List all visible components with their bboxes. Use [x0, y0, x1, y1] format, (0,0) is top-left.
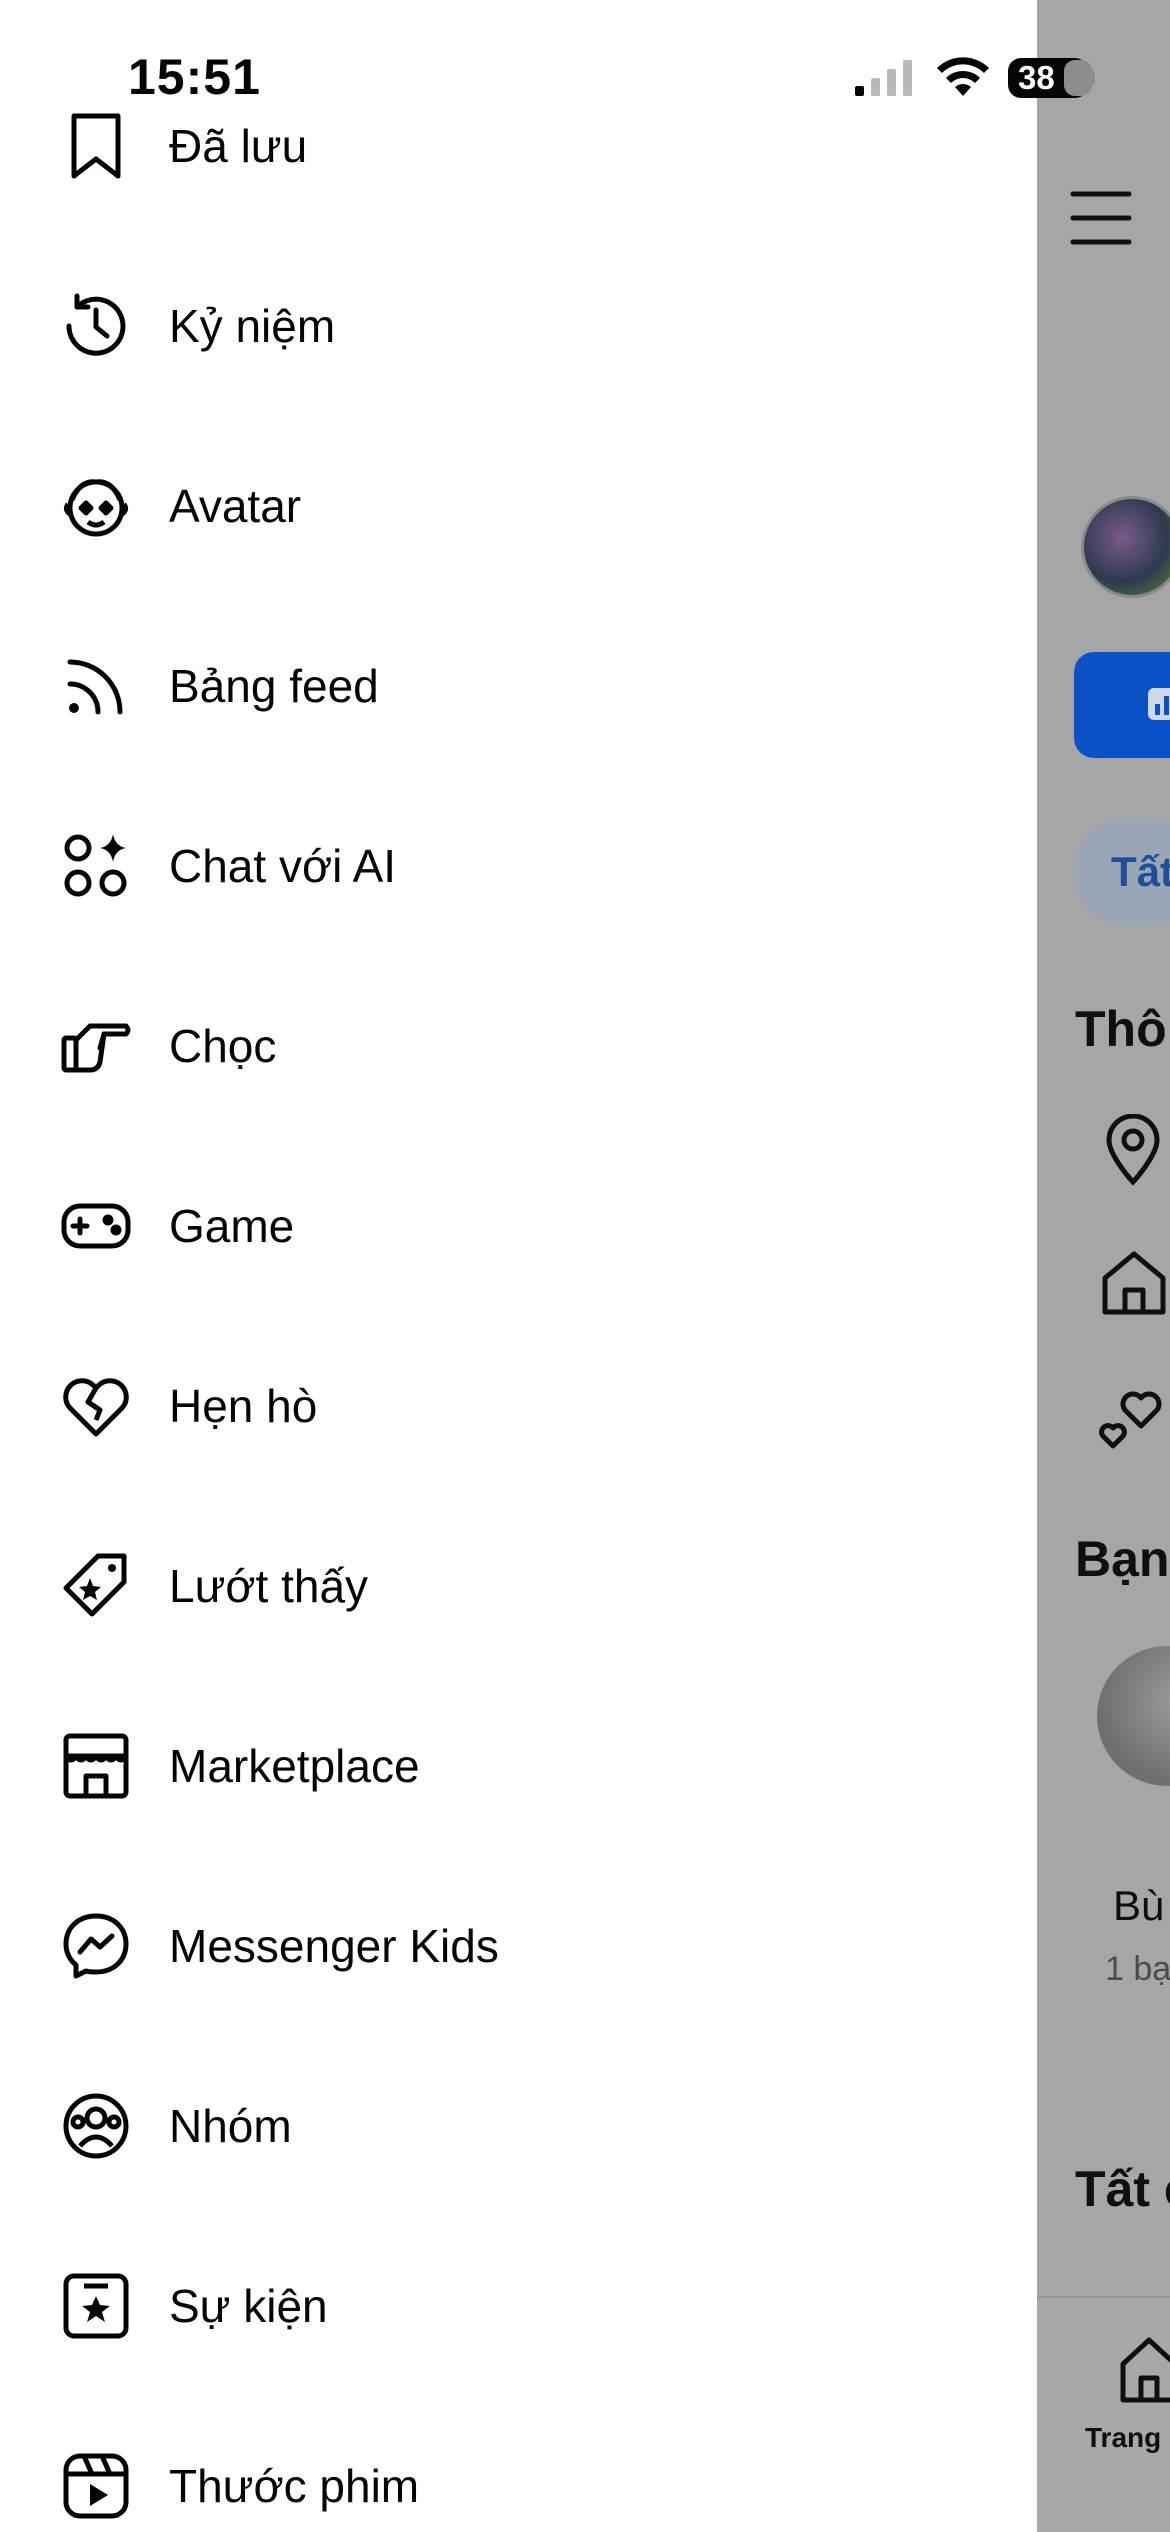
menu-item-label: Thước phim: [169, 2460, 420, 2512]
groups-icon: [56, 2086, 136, 2166]
menu-item-avatar[interactable]: Avatar: [0, 446, 1037, 566]
friend-avatar[interactable]: [1097, 1646, 1170, 1786]
home-tab-icon[interactable]: [1119, 2334, 1170, 2409]
signal-icon: [853, 58, 915, 103]
menu-item-feeds[interactable]: Bảng feed: [0, 626, 1037, 746]
status-time: 15:51: [128, 49, 261, 105]
battery-level: 38: [1018, 59, 1055, 96]
menu-item-label: Hẹn hò: [169, 1380, 318, 1432]
menu-item-label: Marketplace: [169, 1740, 420, 1792]
background-profile-page[interactable]: Tất Thô Bạn Bù 1 bạ Tất c Trang: [1037, 0, 1170, 2532]
gamepad-icon: [56, 1186, 136, 1266]
menu-item-memories[interactable]: Kỷ niệm: [0, 266, 1037, 386]
friend-name[interactable]: Bù: [1113, 1882, 1164, 1930]
home-tab-label[interactable]: Trang: [1085, 2422, 1161, 2454]
menu-item-messenger-kids[interactable]: Messenger Kids: [0, 1886, 1037, 2006]
menu-item-label: Bảng feed: [169, 660, 379, 712]
section-title-all: Tất c: [1075, 2161, 1170, 2217]
reels-play-icon: [56, 2446, 136, 2526]
menu-item-groups[interactable]: Nhóm: [0, 2066, 1037, 2186]
events-star-icon: [56, 2266, 136, 2346]
marketplace-store-icon: [56, 1726, 136, 1806]
feed-rss-icon: [56, 646, 136, 726]
memories-clock-icon: [56, 286, 136, 366]
avatar-face-icon: [56, 466, 136, 546]
side-menu-drawer: Đã lưu Kỷ niệm Avatar Bảng feed Chat với…: [0, 0, 1037, 2532]
stats-button[interactable]: [1074, 652, 1170, 758]
menu-item-label: Game: [169, 1200, 295, 1252]
messenger-icon: [56, 1906, 136, 1986]
menu-item-chat-ai[interactable]: Chat với AI: [0, 806, 1037, 926]
filter-chip-all[interactable]: Tất: [1074, 818, 1170, 926]
menu-item-game[interactable]: Game: [0, 1166, 1037, 1286]
relationship-hearts-icon: [1097, 1380, 1167, 1455]
menu-item-poke[interactable]: Chọc: [0, 986, 1037, 1106]
bottom-navigation-bar: Trang: [1037, 2296, 1170, 2532]
menu-item-label: Sự kiện: [169, 2280, 328, 2332]
menu-item-events[interactable]: Sự kiện: [0, 2246, 1037, 2366]
location-pin-icon: [1103, 1113, 1163, 1191]
poke-hand-icon: [56, 1006, 136, 1086]
menu-item-label: Lướt thấy: [169, 1560, 369, 1612]
section-title-info: Thô: [1075, 1001, 1167, 1057]
menu-item-label: Messenger Kids: [169, 1920, 499, 1972]
menu-item-label: Đã lưu: [169, 120, 308, 172]
battery-icon: 38: [1006, 56, 1096, 105]
friend-mutual-count: 1 bạ: [1105, 1950, 1170, 1988]
bookmark-icon: [56, 106, 136, 186]
ai-chat-sparkle-icon: [56, 826, 136, 906]
hamburger-menu-icon[interactable]: [1069, 188, 1133, 253]
menu-item-reels[interactable]: Thước phim: [0, 2426, 1037, 2532]
avatar[interactable]: [1081, 496, 1170, 598]
menu-item-offers[interactable]: Lướt thấy: [0, 1526, 1037, 1646]
menu-item-label: Avatar: [169, 480, 302, 532]
wifi-icon: [935, 54, 991, 103]
dating-heart-icon: [56, 1366, 136, 1446]
menu-item-label: Chọc: [169, 1020, 277, 1072]
deals-tag-icon: [56, 1546, 136, 1626]
filter-chip-label: Tất: [1111, 848, 1170, 895]
home-icon: [1099, 1248, 1169, 1323]
menu-item-label: Chat với AI: [169, 840, 397, 892]
menu-item-label: Kỷ niệm: [169, 300, 336, 352]
section-title-friends: Bạn: [1075, 1531, 1170, 1587]
menu-item-label: Nhóm: [169, 2100, 292, 2152]
menu-item-marketplace[interactable]: Marketplace: [0, 1706, 1037, 1826]
menu-item-dating[interactable]: Hẹn hò: [0, 1346, 1037, 1466]
